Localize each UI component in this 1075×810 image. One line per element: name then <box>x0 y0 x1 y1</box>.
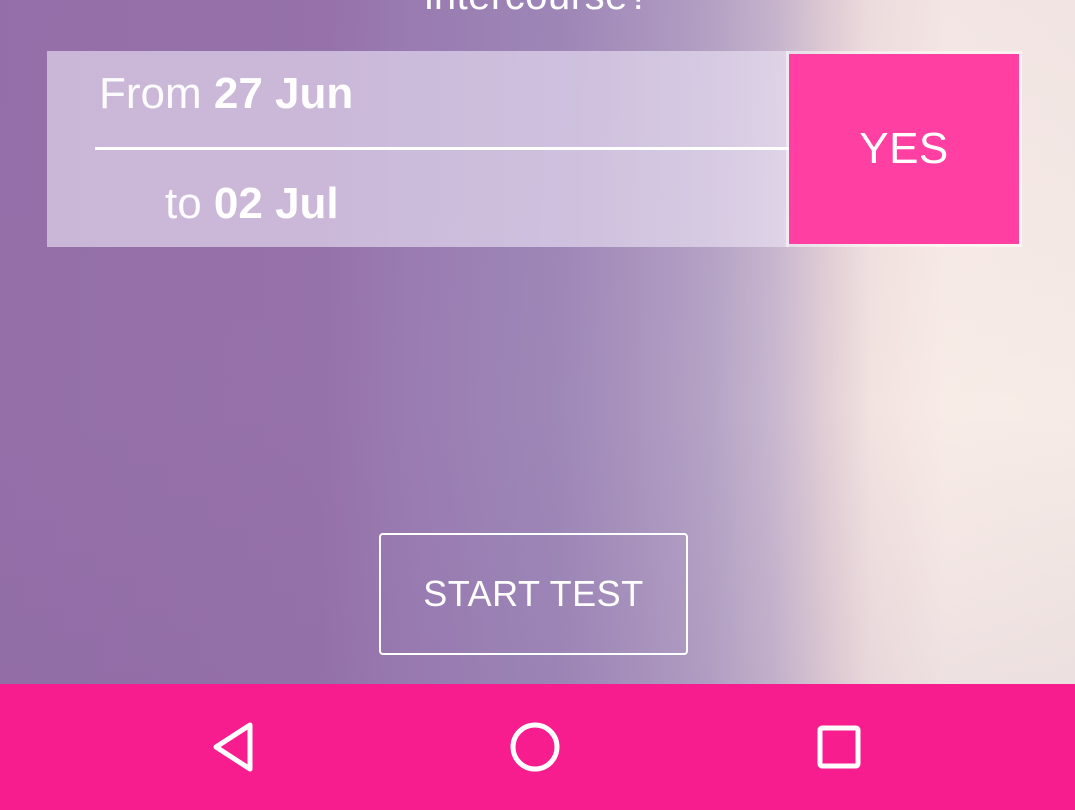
from-date-value: 27 Jun <box>213 69 354 118</box>
home-circle-icon <box>510 722 560 772</box>
date-divider <box>95 147 789 150</box>
recent-apps-button[interactable] <box>779 684 899 810</box>
system-navigation-bar <box>0 684 1075 810</box>
from-date-row[interactable]: From 27 Jun <box>99 69 353 119</box>
back-button[interactable] <box>173 684 293 810</box>
recent-apps-square-icon <box>817 725 861 769</box>
start-test-button[interactable]: START TEST <box>379 533 688 655</box>
back-triangle-icon <box>213 722 253 772</box>
yes-button[interactable]: YES <box>789 54 1019 244</box>
question-heading: intercourse? <box>0 0 1075 19</box>
to-date-value: 02 Jul <box>213 179 339 228</box>
date-range-card: From 27 Jun to 02 Jul <box>47 51 789 247</box>
to-label: to <box>165 179 214 228</box>
to-date-row[interactable]: to 02 Jul <box>165 179 339 229</box>
home-button[interactable] <box>475 684 595 810</box>
from-label: From <box>99 69 214 118</box>
